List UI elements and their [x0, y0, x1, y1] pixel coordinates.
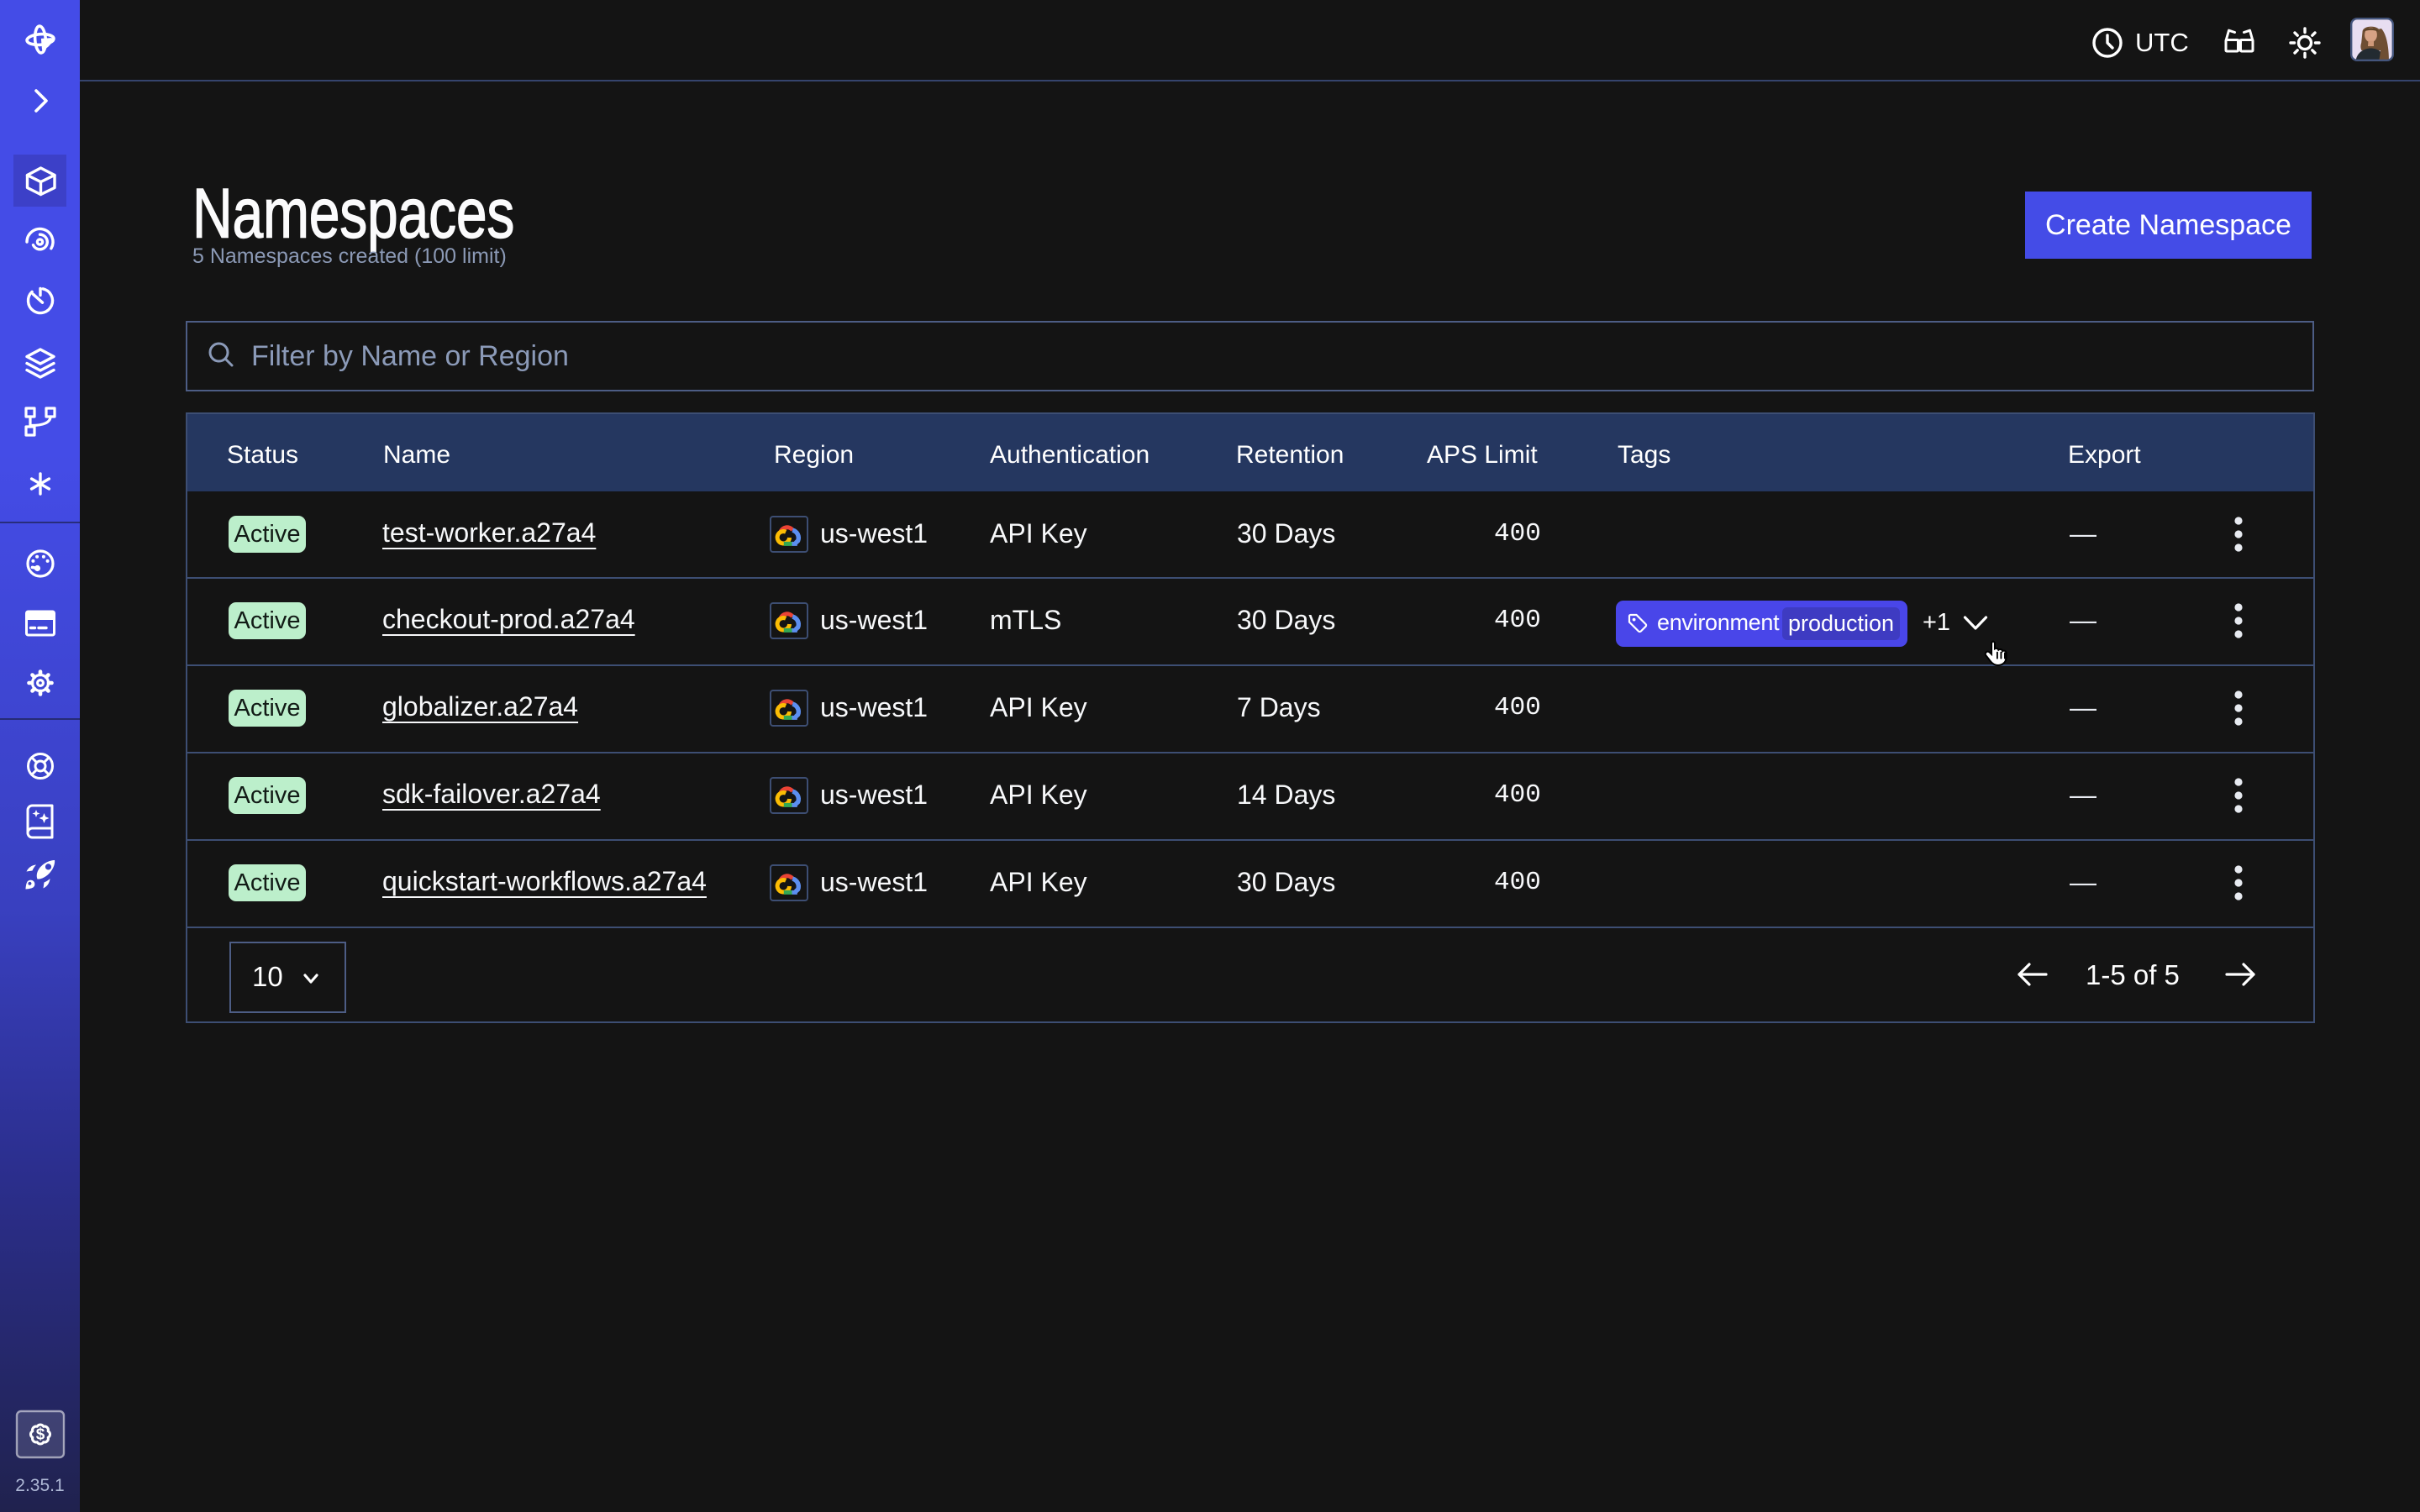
svg-text:$: $	[36, 1426, 45, 1444]
